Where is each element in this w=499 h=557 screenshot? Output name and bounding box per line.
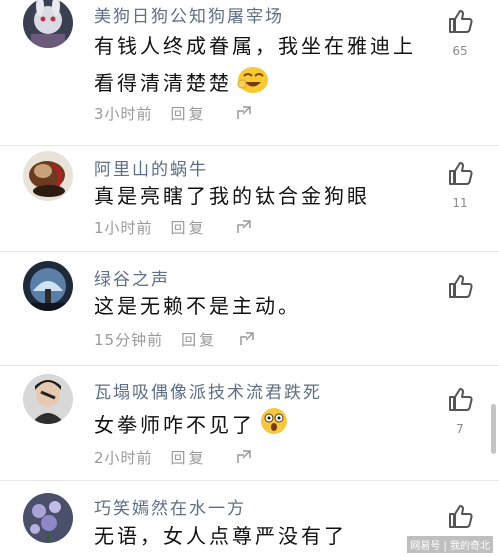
- reply-button[interactable]: 回复: [171, 105, 207, 123]
- thumbs-up-icon: [449, 275, 473, 298]
- like-button[interactable]: 11: [445, 160, 475, 210]
- thumbs-up-icon: [449, 162, 473, 185]
- comment-item: 阿里山的蜗牛 真是亮瞎了我的钛合金狗眼 1小时前 回复 11: [0, 146, 499, 251]
- comment-item: 绿谷之声 这是无赖不是主动。 15分钟前 回复: [0, 252, 499, 365]
- reply-button[interactable]: 回复: [171, 449, 207, 467]
- comment-username[interactable]: 美狗日狗公知狗屠宰场: [94, 2, 284, 27]
- laughing-face-emoji: [236, 64, 270, 105]
- like-button[interactable]: [445, 503, 475, 529]
- avatar[interactable]: [23, 0, 73, 48]
- comment-item: 瓦塌吸偶像派技术流君跌死 女拳师咋不见了 2小时前 回复 7: [0, 366, 499, 480]
- thumbs-up-icon: [449, 10, 473, 33]
- avatar[interactable]: [23, 374, 73, 424]
- watermark: 网易号 | 我的奇北: [407, 536, 493, 553]
- comment-meta: 15分钟前 回复: [94, 329, 217, 350]
- comment-text: 有钱人终成眷属，我坐在雅迪上看得清清楚楚: [94, 28, 434, 105]
- share-icon[interactable]: [237, 106, 251, 120]
- comment-meta: 2小时前 回复: [94, 447, 207, 468]
- comment-text-content: 真是亮瞎了我的钛合金狗眼: [94, 184, 370, 208]
- like-button[interactable]: 7: [445, 386, 475, 436]
- thumbs-up-icon: [449, 505, 473, 528]
- like-count: 65: [452, 44, 468, 58]
- shocked-face-emoji: [259, 406, 289, 447]
- like-count: 11: [452, 196, 468, 210]
- reply-button[interactable]: 回复: [181, 331, 217, 349]
- comment-meta: 3小时前 回复: [94, 103, 207, 124]
- comment-text: 真是亮瞎了我的钛合金狗眼: [94, 178, 434, 214]
- comment-username[interactable]: 瓦塌吸偶像派技术流君跌死: [94, 378, 322, 403]
- comment-item: 美狗日狗公知狗屠宰场 有钱人终成眷属，我坐在雅迪上看得清清楚楚 3小时前 回复 6…: [0, 0, 499, 145]
- comment-time: 3小时前: [94, 105, 153, 123]
- comment-username[interactable]: 巧笑嫣然在水一方: [94, 494, 246, 519]
- comment-text: 女拳师咋不见了: [94, 406, 434, 447]
- scrollbar[interactable]: [491, 404, 496, 454]
- like-button[interactable]: [445, 273, 475, 309]
- comment-text-content: 女拳师咋不见了: [94, 413, 255, 437]
- comment-text: 无语，女人点尊严没有了: [94, 518, 434, 554]
- thumbs-up-icon: [449, 388, 473, 411]
- comment-text: 这是无赖不是主动。: [94, 288, 434, 324]
- share-icon[interactable]: [237, 450, 251, 464]
- avatar[interactable]: [23, 151, 73, 201]
- comment-meta: 1小时前 回复: [94, 217, 207, 238]
- comment-username[interactable]: 绿谷之声: [94, 265, 170, 290]
- like-button[interactable]: 65: [445, 8, 475, 58]
- comment-time: 2小时前: [94, 449, 153, 467]
- like-count: 7: [456, 422, 464, 436]
- share-icon[interactable]: [240, 332, 254, 346]
- share-icon[interactable]: [237, 220, 251, 234]
- comment-text-content: 这是无赖不是主动。: [94, 294, 301, 318]
- avatar[interactable]: [23, 261, 73, 311]
- comment-text-content: 无语，女人点尊严没有了: [94, 524, 347, 548]
- reply-button[interactable]: 回复: [171, 219, 207, 237]
- comment-username[interactable]: 阿里山的蜗牛: [94, 155, 208, 180]
- avatar[interactable]: [23, 493, 73, 543]
- comment-time: 1小时前: [94, 219, 153, 237]
- comment-time: 15分钟前: [94, 331, 164, 349]
